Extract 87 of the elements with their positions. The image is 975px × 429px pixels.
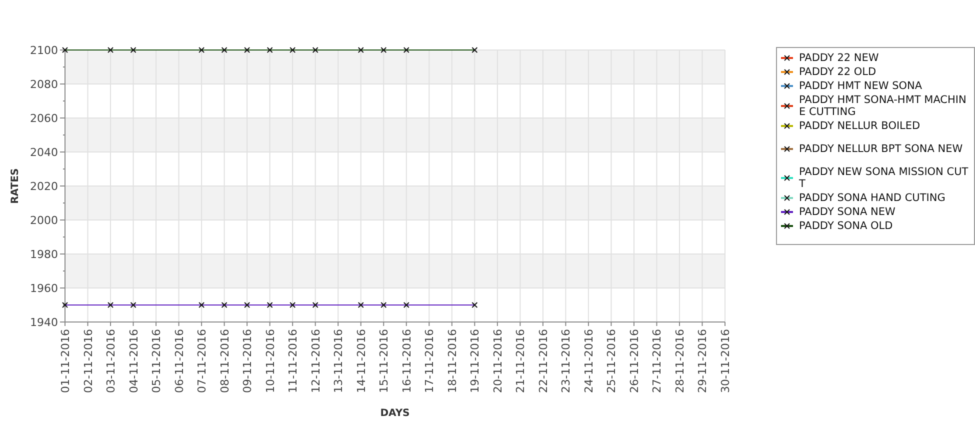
- x-tick-label: 02-11-2016: [82, 329, 95, 393]
- x-tick-label: 30-11-2016: [719, 329, 732, 393]
- x-tick-label: 24-11-2016: [582, 329, 596, 393]
- point-marker: [380, 47, 387, 53]
- x-tick-label: 01-11-2016: [59, 329, 72, 393]
- x-tick-label: 10-11-2016: [264, 329, 277, 393]
- point-marker: [198, 302, 205, 308]
- x-tick-label: 13-11-2016: [332, 329, 346, 393]
- y-tick-label: 1940: [30, 316, 58, 329]
- y-tick-label: 2100: [30, 44, 58, 57]
- x-tick-label: 17-11-2016: [423, 329, 436, 393]
- legend-label: PADDY NELLUR BPT SONA NEW: [799, 143, 964, 155]
- x-tick-label: 11-11-2016: [286, 329, 300, 393]
- x-tick-label: 05-11-2016: [150, 329, 164, 393]
- x-tick-label: 07-11-2016: [196, 329, 209, 393]
- legend-marker-icon: [781, 207, 793, 217]
- point-marker: [403, 302, 410, 308]
- point-marker: [221, 302, 228, 308]
- x-tick-label: 14-11-2016: [354, 329, 368, 393]
- point-marker: [244, 47, 250, 53]
- point-marker: [290, 302, 296, 308]
- x-tick-label: 04-11-2016: [127, 329, 140, 393]
- x-axis-title: DAYS: [380, 408, 410, 419]
- point-marker: [472, 302, 478, 308]
- x-tick-label: 08-11-2016: [218, 329, 232, 393]
- x-tick-label: 15-11-2016: [378, 329, 391, 393]
- legend-marker-icon: [781, 173, 793, 183]
- point-marker: [62, 302, 68, 308]
- legend-marker-icon: [781, 121, 793, 131]
- legend-label: PADDY HMT NEW SONA: [799, 80, 924, 92]
- y-tick-label: 2040: [30, 146, 58, 159]
- point-marker: [358, 302, 364, 308]
- point-marker: [130, 47, 136, 53]
- x-tick-label: 29-11-2016: [696, 329, 710, 393]
- x-tick-label: 27-11-2016: [650, 329, 664, 393]
- point-marker: [312, 47, 318, 53]
- y-tick-label: 2080: [30, 78, 58, 91]
- legend-label: PADDY SONA HAND CUTING: [799, 192, 946, 204]
- legend-label: PADDY NELLUR BOILED: [799, 120, 922, 132]
- point-marker: [244, 302, 250, 308]
- point-marker: [266, 302, 273, 308]
- point-marker: [62, 47, 68, 53]
- legend-label: PADDY SONA OLD: [799, 220, 894, 232]
- x-tick-label: 25-11-2016: [605, 329, 618, 393]
- x-tick-label: 21-11-2016: [514, 329, 528, 393]
- x-tick-label: 19-11-2016: [468, 329, 482, 393]
- x-tick-label: 22-11-2016: [536, 329, 550, 393]
- point-marker: [108, 47, 114, 53]
- point-marker: [108, 302, 114, 308]
- y-tick-label: 2020: [30, 180, 58, 193]
- point-marker: [380, 302, 387, 308]
- x-tick-label: 20-11-2016: [491, 329, 504, 393]
- point-marker: [221, 47, 228, 53]
- point-marker: [312, 302, 318, 308]
- x-tick-label: 26-11-2016: [628, 329, 641, 393]
- y-tick-label: 1980: [30, 248, 58, 261]
- x-tick-label: 06-11-2016: [172, 329, 186, 393]
- legend-label: PADDY SONA NEW: [799, 206, 896, 218]
- point-marker: [198, 47, 205, 53]
- x-tick-label: 23-11-2016: [560, 329, 573, 393]
- y-axis-title: RATES: [10, 168, 21, 204]
- x-tick-label: 09-11-2016: [241, 329, 254, 393]
- point-marker: [290, 47, 296, 53]
- legend-marker-icon: [781, 53, 793, 63]
- legend-marker-icon: [781, 101, 793, 111]
- point-marker: [266, 47, 273, 53]
- y-tick-label: 2060: [30, 112, 58, 125]
- legend-marker-icon: [781, 81, 793, 91]
- point-marker: [130, 302, 136, 308]
- legend-label: PADDY NEW SONA MISSION CUTT: [799, 166, 969, 190]
- legend-marker-icon: [781, 193, 793, 203]
- x-tick-label: 03-11-2016: [104, 329, 118, 393]
- legend-label: PADDY 22 NEW: [799, 52, 880, 64]
- legend-marker-icon: [781, 67, 793, 77]
- x-tick-label: 16-11-2016: [400, 329, 414, 393]
- x-tick-label: 18-11-2016: [446, 329, 459, 393]
- point-marker: [472, 47, 478, 53]
- legend-marker-icon: [781, 221, 793, 231]
- y-tick-label: 2000: [30, 214, 58, 227]
- point-marker: [403, 47, 410, 53]
- y-tick-label: 1960: [30, 282, 58, 295]
- legend-marker-icon: [781, 144, 793, 154]
- legend-label: PADDY 22 OLD: [799, 66, 878, 78]
- legend-label: PADDY HMT SONA-HMT MACHINE CUTTING: [799, 94, 968, 118]
- point-marker: [358, 47, 364, 53]
- x-tick-label: 12-11-2016: [309, 329, 322, 393]
- x-tick-label: 28-11-2016: [673, 329, 686, 393]
